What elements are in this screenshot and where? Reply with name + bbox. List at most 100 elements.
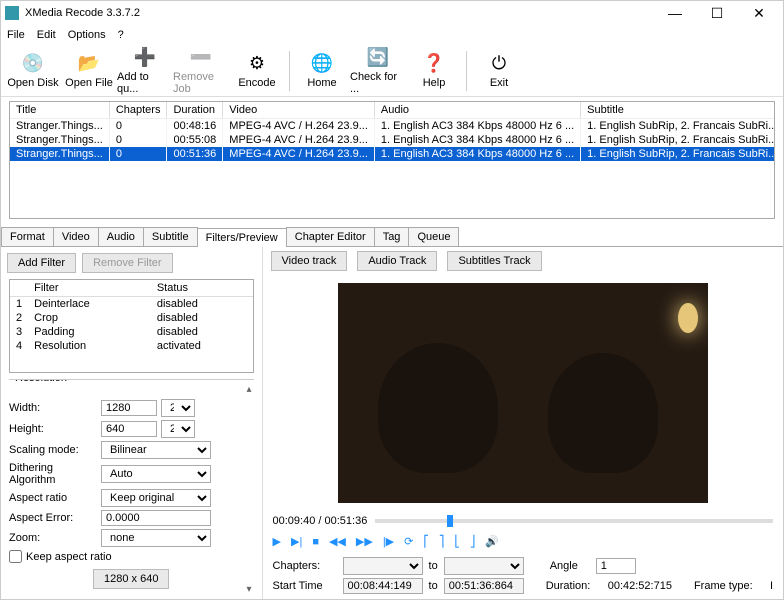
encode-button[interactable]: ⚙Encode [229,47,285,95]
chapters-label: Chapters: [273,560,337,572]
add-queue-icon: ➕ [134,47,156,69]
tab-tag[interactable]: Tag [374,227,410,246]
stop-icon[interactable]: ■ [312,536,319,548]
audio-track-button[interactable]: Audio Track [357,251,437,271]
col-subtitle[interactable]: Subtitle [581,102,775,119]
filter-row[interactable]: 2Cropdisabled [10,311,253,325]
time-display: 00:09:40 / 00:51:36 [273,515,368,527]
height-label: Height: [9,423,101,435]
app-icon [5,6,19,20]
remove-job-button[interactable]: ➖Remove Job [173,47,229,95]
aspect-label: Aspect ratio [9,492,101,504]
duration-label: Duration: [546,580,602,592]
menu-options[interactable]: Options [68,29,106,41]
asperr-label: Aspect Error: [9,512,101,524]
subtitles-track-button[interactable]: Subtitles Track [447,251,541,271]
speaker-icon[interactable]: 🔊 [485,535,499,548]
tab-queue[interactable]: Queue [408,227,459,246]
window-title: XMedia Recode 3.3.7.2 [25,7,663,19]
keep-aspect-checkbox[interactable] [9,550,22,563]
filter-table[interactable]: Filter Status 1Deinterlacedisabled2Cropd… [9,279,254,373]
angle-input[interactable] [596,558,636,574]
asperr-input[interactable] [101,510,211,526]
col-title[interactable]: Title [10,102,109,119]
tab-filters-preview[interactable]: Filters/Preview [197,228,287,247]
end-time[interactable] [444,578,524,594]
open-file-button[interactable]: 📂Open File [61,47,117,95]
step-icon[interactable]: ▶| [291,535,302,548]
tab-format[interactable]: Format [1,227,54,246]
filter-col-status: Status [151,280,253,297]
jump-out-icon[interactable]: ⎦ [470,535,476,548]
forward-icon[interactable]: ▶▶ [356,535,373,548]
exit-button[interactable]: ⏻Exit [471,47,527,95]
menu-?[interactable]: ? [118,29,124,41]
chapter-from[interactable] [343,557,423,575]
close-button[interactable]: ✕ [747,5,771,22]
tab-audio[interactable]: Audio [98,227,144,246]
aspect-select[interactable]: Keep original [101,489,211,507]
dither-select[interactable]: Auto [101,465,211,483]
step-forward-icon[interactable]: |▶ [383,535,394,548]
duration-value: 00:42:52:715 [608,580,672,592]
rewind-icon[interactable]: ◀◀ [329,535,346,548]
height-step[interactable]: 2 [161,420,195,438]
exit-icon: ⏻ [488,53,510,75]
home-icon: 🌐 [311,53,333,75]
col-video[interactable]: Video [223,102,375,119]
encode-icon: ⚙ [246,53,268,75]
frametype-value: I [770,580,773,592]
filter-row[interactable]: 4Resolutionactivated [10,339,253,353]
remove-filter-button[interactable]: Remove Filter [82,253,172,273]
resolution-group-label: Resolution [11,379,71,384]
width-step[interactable]: 2 [161,399,195,417]
mark-out-icon[interactable]: ⎤ [439,535,445,548]
video-track-button[interactable]: Video track [271,251,348,271]
seek-slider[interactable] [375,519,773,523]
zoom-select[interactable]: none [101,529,211,547]
width-input[interactable] [101,400,157,416]
table-row[interactable]: Stranger.Things...000:48:16MPEG-4 AVC / … [10,119,775,134]
help-icon: ❓ [423,53,445,75]
keep-aspect-label: Keep aspect ratio [26,551,112,563]
menu-edit[interactable]: Edit [37,29,56,41]
play-icon[interactable]: ▶ [273,535,281,548]
width-label: Width: [9,402,101,414]
add-queue-button[interactable]: ➕Add to qu... [117,47,173,95]
height-input[interactable] [101,421,157,437]
loop-icon[interactable]: ⟳ [404,535,413,548]
start-label: Start Time [273,580,337,592]
filter-row[interactable]: 3Paddingdisabled [10,325,253,339]
open-file-icon: 📂 [78,53,100,75]
scaling-select[interactable]: Bilinear [101,441,211,459]
frametype-label: Frame type: [694,580,764,592]
filter-row[interactable]: 1Deinterlacedisabled [10,297,253,312]
open-disk-icon: 💿 [22,53,44,75]
remove-job-icon: ➖ [190,47,212,69]
table-row[interactable]: Stranger.Things...000:55:08MPEG-4 AVC / … [10,133,775,147]
scroll-up-icon[interactable]: ▴ [246,384,251,395]
open-disk-button[interactable]: 💿Open Disk [5,47,61,95]
check-button[interactable]: 🔄Check for ... [350,47,406,95]
minimize-button[interactable]: — [663,5,687,22]
col-chapters[interactable]: Chapters [109,102,167,119]
tab-video[interactable]: Video [53,227,99,246]
size-button[interactable]: 1280 x 640 [93,569,169,589]
menu-file[interactable]: File [7,29,25,41]
chapter-to[interactable] [444,557,524,575]
col-audio[interactable]: Audio [374,102,580,119]
mark-in-icon[interactable]: ⎡ [423,535,429,548]
tab-subtitle[interactable]: Subtitle [143,227,198,246]
col-duration[interactable]: Duration [167,102,223,119]
tab-chapter-editor[interactable]: Chapter Editor [286,227,375,246]
home-button[interactable]: 🌐Home [294,47,350,95]
add-filter-button[interactable]: Add Filter [7,253,76,273]
start-time[interactable] [343,578,423,594]
table-row[interactable]: Stranger.Things...000:51:36MPEG-4 AVC / … [10,147,775,161]
help-button[interactable]: ❓Help [406,47,462,95]
maximize-button[interactable]: ☐ [705,5,729,22]
file-list[interactable]: TitleChaptersDurationVideoAudioSubtitleS… [9,101,775,219]
jump-in-icon[interactable]: ⎣ [454,535,460,548]
check-icon: 🔄 [367,47,389,69]
scroll-down-icon[interactable]: ▾ [246,584,251,595]
